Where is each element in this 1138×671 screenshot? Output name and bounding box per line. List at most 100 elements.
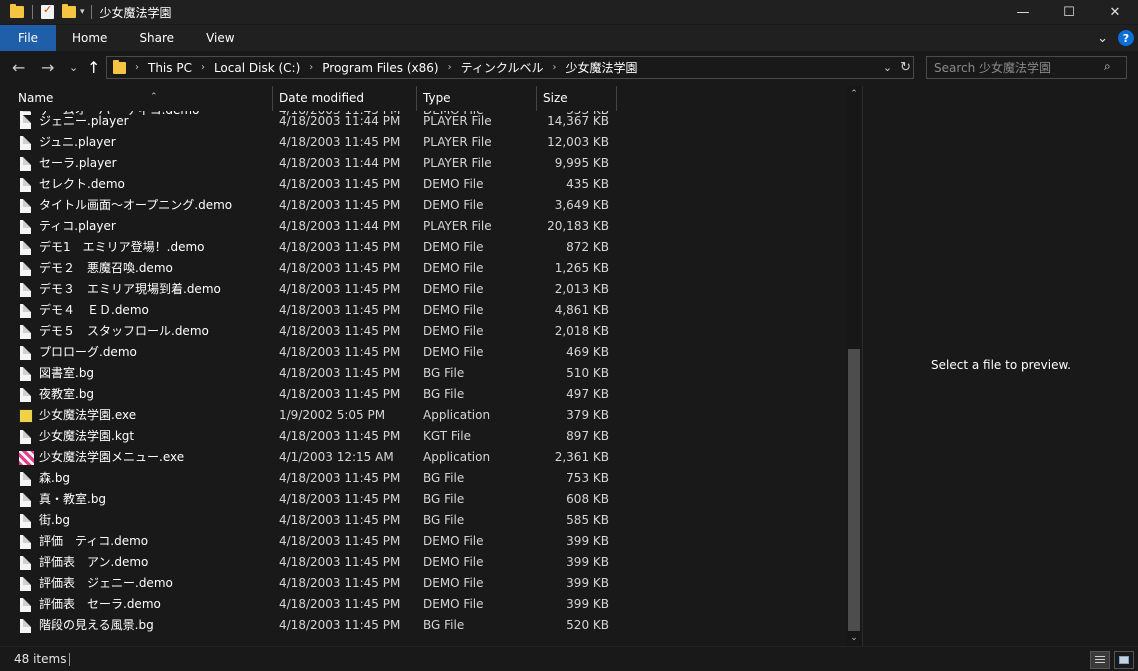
up-arrow-icon[interactable]: ↑ [87, 59, 100, 77]
table-row[interactable]: 少女魔法学園メニュー.exe 4/1/2003 12:15 AM Applicati… [0, 447, 846, 468]
file-name-cell: 少女魔法学園.kgt [20, 426, 270, 447]
status-bar: 48 items [0, 646, 1138, 671]
breadcrumb-publisher[interactable]: ティンクルベル [461, 59, 544, 76]
table-row[interactable]: 評価表 ジェニー.demo 4/18/2003 11:45 PM DEMO File… [0, 573, 846, 594]
details-view-icon [1095, 655, 1105, 665]
table-row[interactable]: 評価表 アン.demo 4/18/2003 11:45 PM DEMO File 39… [0, 552, 846, 573]
scroll-down-chevron-icon[interactable]: ⌄ [846, 630, 862, 646]
table-row[interactable]: タイトル画面～オープニング.demo 4/18/2003 11:45 PM DEMO… [0, 195, 846, 216]
table-row[interactable]: デモ1 エミリア登場！.demo 4/18/2003 11:45 PM DEMO F… [0, 237, 846, 258]
breadcrumb-local-disk[interactable]: Local Disk (C:) [214, 61, 300, 75]
breadcrumb-chevron-icon[interactable]: › [201, 62, 205, 73]
table-row[interactable]: 森.bg 4/18/2003 11:45 PM BG File 753 KB [0, 468, 846, 489]
table-row[interactable]: セレクト.demo 4/18/2003 11:45 PM DEMO File 435 … [0, 174, 846, 195]
table-row[interactable]: セーラ.player 4/18/2003 11:44 PM PLAYER File 9… [0, 153, 846, 174]
search-icon[interactable]: ⌕ [1104, 59, 1131, 74]
file-name: セーラ.player [39, 156, 117, 170]
file-date: 1/9/2002 5:05 PM [279, 408, 386, 422]
new-folder-icon[interactable] [62, 4, 76, 18]
column-header-name[interactable]: Name ⌃ [12, 86, 273, 111]
properties-icon[interactable] [41, 3, 54, 19]
address-history-chevron-icon[interactable]: ⌄ [883, 61, 892, 74]
maximize-button[interactable]: ☐ [1046, 0, 1092, 24]
table-row[interactable]: 夜教室.bg 4/18/2003 11:45 PM BG File 497 KB [0, 384, 846, 405]
breadcrumb-chevron-icon[interactable]: › [553, 62, 557, 73]
close-button[interactable]: ✕ [1092, 0, 1138, 24]
table-row[interactable]: 評価 ティコ.demo 4/18/2003 11:45 PM DEMO File 39… [0, 531, 846, 552]
table-row[interactable]: 図書室.bg 4/18/2003 11:45 PM BG File 510 KB [0, 363, 846, 384]
customize-toolbar-chevron-icon[interactable]: ▾ [80, 7, 85, 17]
file-type: Application [423, 450, 491, 464]
forward-arrow-icon[interactable]: → [41, 59, 54, 77]
ribbon-right: ⌄ ? [1097, 25, 1134, 51]
file-size: 497 KB [566, 387, 609, 401]
quick-access-toolbar: ▾ [0, 0, 92, 24]
file-name: 森.bg [39, 471, 71, 485]
table-row[interactable]: デモ３ エミリア現場到着.demo 4/18/2003 11:45 PM DEMO … [0, 279, 846, 300]
scrollbar-thumb[interactable] [848, 349, 860, 631]
column-header-size[interactable]: Size [537, 86, 617, 111]
folder-icon [10, 4, 24, 18]
tab-share[interactable]: Share [123, 25, 190, 51]
file-date: 4/18/2003 11:45 PM [279, 282, 401, 296]
table-row[interactable]: 階段の見える風景.bg 4/18/2003 11:45 PM BG File 520 … [0, 615, 846, 636]
tab-file[interactable]: File [0, 25, 56, 51]
file-date: 4/18/2003 11:45 PM [279, 261, 401, 275]
file-size: 399 KB [566, 534, 609, 548]
file-icon [20, 219, 31, 234]
file-name: プロローグ.demo [39, 345, 137, 359]
help-icon[interactable]: ? [1118, 30, 1134, 46]
back-arrow-icon[interactable]: ← [12, 59, 25, 77]
table-row[interactable]: ジェニー.player 4/18/2003 11:44 PM PLAYER File… [0, 111, 846, 132]
breadcrumb-chevron-icon[interactable]: › [135, 62, 139, 73]
table-row[interactable]: ジュニ.player 4/18/2003 11:45 PM PLAYER File 1… [0, 132, 846, 153]
tab-view[interactable]: View [190, 25, 250, 51]
file-name: デモ２ 悪魔召喚.demo [39, 261, 173, 275]
large-icons-view-button[interactable] [1114, 651, 1134, 669]
file-type: DEMO File [423, 324, 484, 338]
column-header-type[interactable]: Type [417, 86, 537, 111]
breadcrumb-current-folder[interactable]: 少女魔法学園 [566, 59, 638, 76]
file-size: 20,183 KB [547, 219, 609, 233]
file-name: デモ４ ＥＤ.demo [39, 303, 149, 317]
table-row[interactable]: デモ５ スタッフロール.demo 4/18/2003 11:45 PM DEMO F… [0, 321, 846, 342]
table-row[interactable]: プロローグ.demo 4/18/2003 11:45 PM DEMO File 469… [0, 342, 846, 363]
table-row[interactable]: 評価表 セーラ.demo 4/18/2003 11:45 PM DEMO File 3… [0, 594, 846, 615]
file-name-cell: 図書室.bg [20, 363, 270, 384]
breadcrumb-chevron-icon[interactable]: › [448, 62, 452, 73]
expand-ribbon-chevron-icon[interactable]: ⌄ [1097, 31, 1108, 46]
file-type: KGT File [423, 429, 471, 443]
file-name-cell: ジュニ.player [20, 132, 270, 153]
address-bar[interactable]: › This PC › Local Disk (C:) › Program Fi… [106, 56, 914, 79]
file-size: 608 KB [566, 492, 609, 506]
file-icon [20, 387, 31, 402]
vertical-scrollbar[interactable]: ⌃ ⌄ [846, 86, 862, 646]
recent-locations-chevron-icon[interactable]: ⌄ [69, 59, 78, 77]
table-row[interactable]: 少女魔法学園.kgt 4/18/2003 11:45 PM KGT File 897 … [0, 426, 846, 447]
breadcrumb-chevron-icon[interactable]: › [309, 62, 313, 73]
table-row[interactable]: ティコ.player 4/18/2003 11:44 PM PLAYER File 2… [0, 216, 846, 237]
table-row[interactable]: 真・教室.bg 4/18/2003 11:45 PM BG File 608 KB [0, 489, 846, 510]
tab-home[interactable]: Home [56, 25, 123, 51]
file-size: 753 KB [566, 471, 609, 485]
file-type: DEMO File [423, 282, 484, 296]
file-icon [20, 156, 31, 171]
column-header-date[interactable]: Date modified [273, 86, 417, 111]
file-type: Application [423, 408, 491, 422]
file-type: BG File [423, 387, 465, 401]
breadcrumb-this-pc[interactable]: This PC [148, 61, 192, 75]
minimize-button[interactable]: — [1000, 0, 1046, 24]
table-row[interactable]: デモ２ 悪魔召喚.demo 4/18/2003 11:45 PM DEMO File… [0, 258, 846, 279]
file-name: タイトル画面～オープニング.demo [39, 198, 233, 212]
search-input[interactable]: Search 少女魔法学園 [926, 56, 1127, 79]
file-icon [20, 597, 31, 612]
sort-ascending-icon: ⌃ [150, 92, 158, 102]
table-row[interactable]: 少女魔法学園.exe 1/9/2002 5:05 PM Application 379… [0, 405, 846, 426]
table-row[interactable]: デモ４ ＥＤ.demo 4/18/2003 11:45 PM DEMO File 4,… [0, 300, 846, 321]
details-view-button[interactable] [1090, 651, 1110, 669]
breadcrumb-program-files[interactable]: Program Files (x86) [322, 61, 438, 75]
table-row[interactable]: 街.bg 4/18/2003 11:45 PM BG File 585 KB [0, 510, 846, 531]
file-date: 4/18/2003 11:45 PM [279, 135, 401, 149]
scroll-up-chevron-icon[interactable]: ⌃ [846, 86, 862, 102]
refresh-icon[interactable]: ↻ [900, 60, 911, 75]
